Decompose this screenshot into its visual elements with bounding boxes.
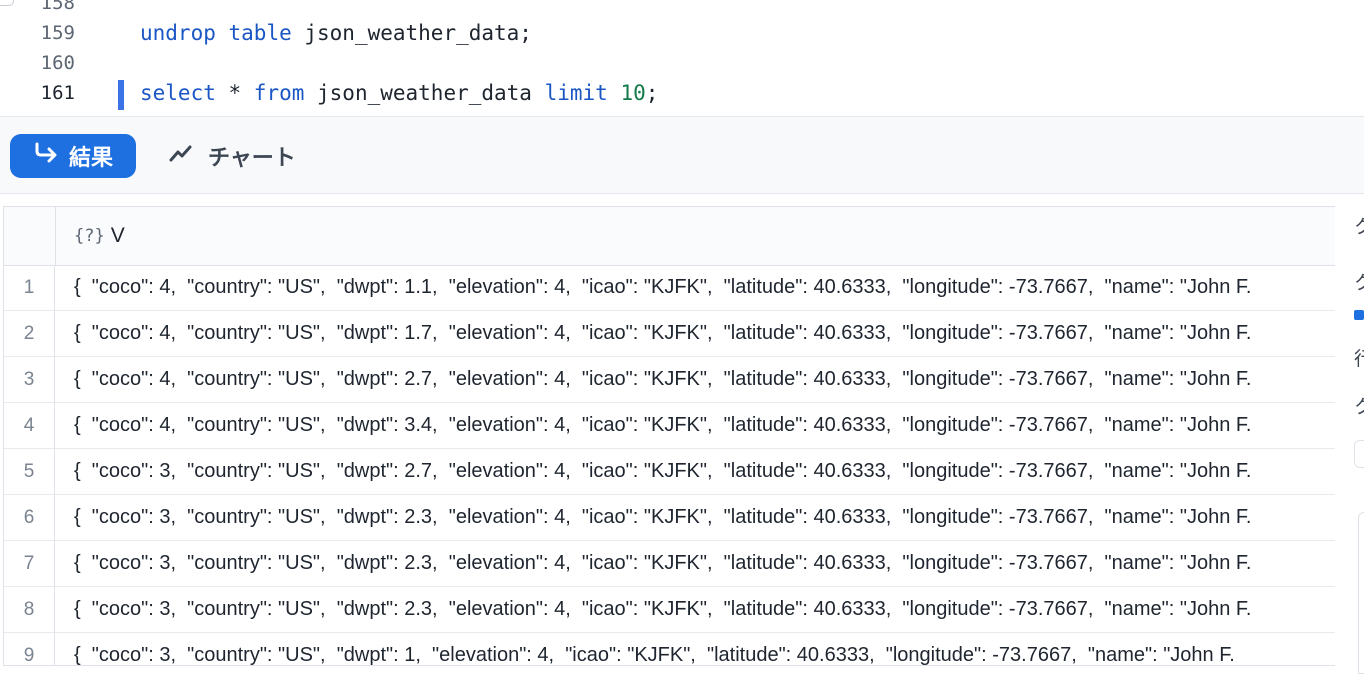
sql-keyword: from bbox=[253, 81, 305, 105]
trend-line-icon bbox=[168, 142, 194, 170]
row-number: 7 bbox=[4, 541, 55, 587]
sql-keyword: limit bbox=[544, 81, 608, 105]
code-line[interactable]: 161 select * from json_weather_data limit… bbox=[0, 78, 1364, 108]
row-number: 9 bbox=[4, 633, 55, 665]
table-row[interactable]: 1 { "coco": 4, "country": "US", "dwpt": 1… bbox=[4, 265, 1335, 311]
sql-text: ; bbox=[645, 81, 659, 105]
table-row[interactable]: 7 { "coco": 3, "country": "US", "dwpt": 2… bbox=[4, 541, 1335, 587]
results-grid[interactable]: {?} V 1 { "coco": 4, "country": "US", "dw… bbox=[3, 206, 1335, 666]
row-number-header bbox=[4, 207, 56, 265]
sql-keyword: select bbox=[140, 81, 216, 105]
grid-header: {?} V bbox=[4, 207, 1335, 266]
row-number: 3 bbox=[4, 357, 55, 403]
tab-results-label: 結果 bbox=[68, 146, 113, 171]
side-label-2: ク bbox=[1354, 272, 1364, 294]
sql-editor[interactable]: 158 159 undrop table json_weather_data; 160… bbox=[0, 0, 1364, 116]
sql-text: * bbox=[215, 81, 254, 105]
line-number: 159 bbox=[40, 22, 75, 44]
row-number: 8 bbox=[4, 587, 55, 633]
code-line[interactable]: 159 undrop table json_weather_data; bbox=[0, 18, 1364, 48]
column-header-v[interactable]: {?} V bbox=[74, 207, 125, 265]
cell-value[interactable]: { "coco": 3, "country": "US", "dwpt": 2.… bbox=[74, 587, 1332, 633]
code-line[interactable]: 160 bbox=[0, 48, 1364, 78]
sql-text: json_weather_data; bbox=[291, 21, 532, 45]
cell-value[interactable]: { "coco": 4, "country": "US", "dwpt": 3.… bbox=[74, 403, 1332, 449]
sql-keyword: table bbox=[228, 21, 292, 45]
side-indicator bbox=[1354, 310, 1364, 320]
row-number: 2 bbox=[4, 311, 55, 357]
cell-value[interactable]: { "coco": 3, "country": "US", "dwpt": 2.… bbox=[74, 449, 1332, 495]
code-line[interactable]: 158 bbox=[0, 0, 1364, 18]
variant-type-icon: {?} bbox=[74, 226, 105, 246]
row-number: 1 bbox=[4, 265, 55, 311]
side-label-4: ク bbox=[1354, 396, 1364, 418]
tab-results[interactable]: 結果 bbox=[10, 134, 136, 178]
cell-value[interactable]: { "coco": 3, "country": "US", "dwpt": 2.… bbox=[74, 495, 1332, 541]
table-row[interactable]: 2 { "coco": 4, "country": "US", "dwpt": 1… bbox=[4, 311, 1335, 357]
results-toolbar: 結果 チャート bbox=[0, 116, 1364, 194]
side-label-3: 行 bbox=[1354, 348, 1364, 370]
table-row[interactable]: 6 { "coco": 3, "country": "US", "dwpt": 2… bbox=[4, 495, 1335, 541]
sql-number: 10 bbox=[620, 81, 646, 105]
row-number: 6 bbox=[4, 495, 55, 541]
tab-chart[interactable]: チャート bbox=[168, 134, 296, 178]
cell-value[interactable]: { "coco": 4, "country": "US", "dwpt": 2.… bbox=[74, 357, 1332, 403]
code-text: select * from json_weather_data limit 10… bbox=[140, 78, 658, 108]
side-panel: ク ク 行 ク bbox=[1336, 194, 1364, 674]
line-number: 161 bbox=[40, 82, 75, 104]
cell-value[interactable]: { "coco": 4, "country": "US", "dwpt": 1.… bbox=[74, 311, 1332, 357]
side-input[interactable] bbox=[1354, 440, 1364, 468]
code-text: undrop table json_weather_data; bbox=[140, 18, 532, 48]
table-row[interactable]: 9 { "coco": 3, "country": "US", "dwpt": 1… bbox=[4, 633, 1335, 665]
line-number: 160 bbox=[40, 52, 75, 74]
cell-value[interactable]: { "coco": 3, "country": "US", "dwpt": 2.… bbox=[74, 541, 1332, 587]
table-row[interactable]: 3 { "coco": 4, "country": "US", "dwpt": 2… bbox=[4, 357, 1335, 403]
row-number: 4 bbox=[4, 403, 55, 449]
side-card bbox=[1358, 512, 1364, 674]
cell-value[interactable]: { "coco": 4, "country": "US", "dwpt": 1.… bbox=[74, 265, 1332, 311]
table-row[interactable]: 5 { "coco": 3, "country": "US", "dwpt": 2… bbox=[4, 449, 1335, 495]
line-number: 158 bbox=[40, 0, 75, 14]
table-row[interactable]: 4 { "coco": 4, "country": "US", "dwpt": 3… bbox=[4, 403, 1335, 449]
cell-value[interactable]: { "coco": 3, "country": "US", "dwpt": 1,… bbox=[74, 633, 1332, 665]
return-arrow-icon bbox=[33, 142, 59, 170]
row-number: 5 bbox=[4, 449, 55, 495]
active-line-indicator bbox=[118, 80, 124, 110]
sql-text: json_weather_data bbox=[304, 81, 545, 105]
column-name: V bbox=[110, 224, 125, 247]
tab-chart-label: チャート bbox=[208, 146, 296, 171]
sql-keyword: undrop bbox=[140, 21, 216, 45]
side-label-1: ク bbox=[1354, 216, 1364, 238]
table-row[interactable]: 8 { "coco": 3, "country": "US", "dwpt": 2… bbox=[4, 587, 1335, 633]
